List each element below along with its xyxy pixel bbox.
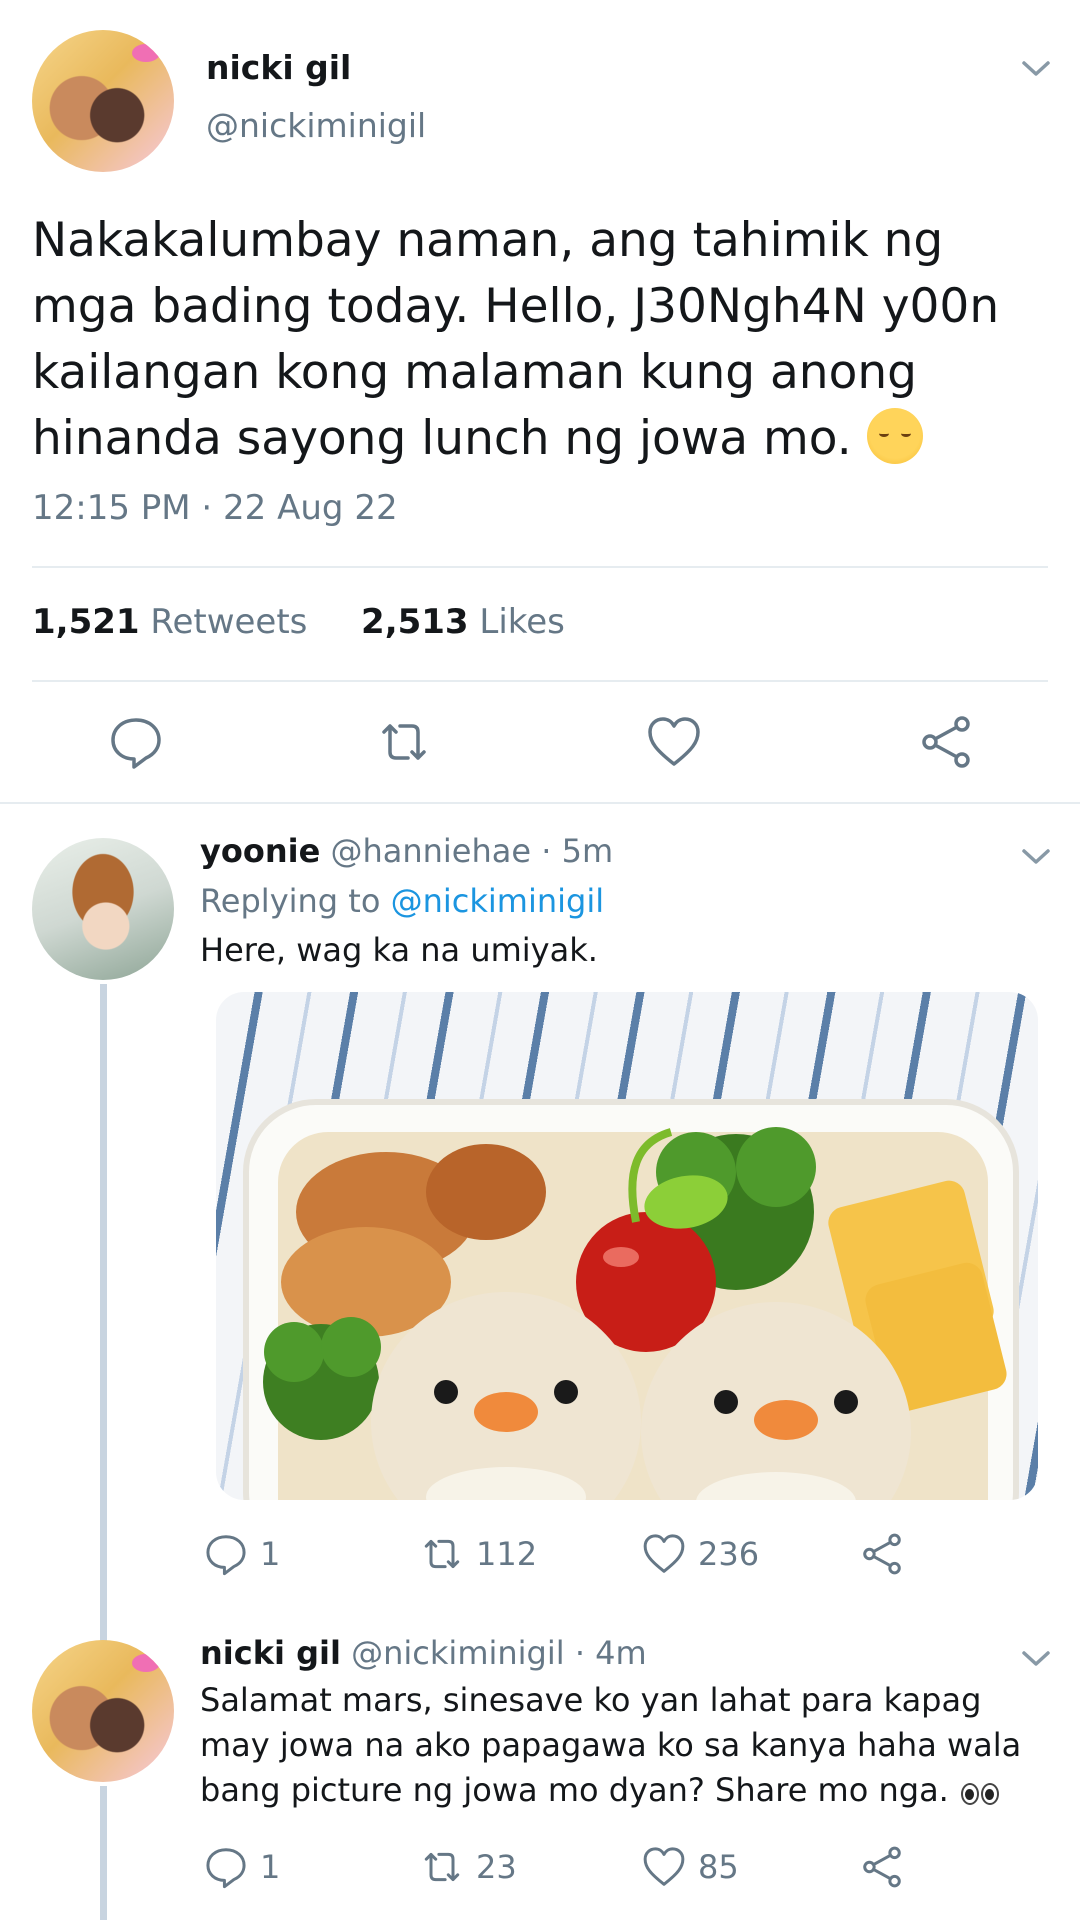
tweet-body: Nakakalumbay naman, ang tahimik ng mga b… <box>32 213 1000 466</box>
avatar[interactable] <box>32 30 174 172</box>
thread-line <box>100 1786 107 1920</box>
share-action[interactable] <box>860 1530 904 1578</box>
replying-to-handle[interactable]: @nickiminigil <box>391 882 605 920</box>
like-icon <box>643 1847 685 1886</box>
retweet-icon <box>424 1852 460 1882</box>
reply-icon <box>206 1848 246 1889</box>
divider <box>32 680 1048 682</box>
share-icon <box>863 1533 901 1575</box>
chevron-down-icon[interactable] <box>1018 838 1054 874</box>
reply-handle-time[interactable]: @hanniehae · 5m <box>330 832 613 870</box>
tweet-timestamp: 12:15 PM · 22 Aug 22 <box>32 488 398 528</box>
retweet-action[interactable]: 23 <box>420 1843 517 1891</box>
like-action[interactable]: 85 <box>642 1843 739 1891</box>
author-handle[interactable]: @nickiminigil <box>206 106 426 145</box>
reply-text: Here, wag ka na umiyak. <box>200 931 598 969</box>
chevron-down-icon[interactable] <box>1018 1640 1054 1676</box>
avatar[interactable] <box>32 1640 174 1782</box>
reply-text: Salamat mars, sinesave ko yan lahat para… <box>200 1678 1050 1813</box>
reply-count: 1 <box>260 1848 281 1886</box>
retweet-action[interactable]: 112 <box>420 1530 537 1578</box>
author-name[interactable]: nicki gil <box>206 48 351 87</box>
reply-header: nicki gil @nickiminigil · 4m <box>200 1634 647 1672</box>
retweets-count: 1,521 <box>32 602 140 642</box>
like-icon[interactable] <box>646 714 702 770</box>
replying-to-label: Replying to <box>200 882 381 920</box>
share-icon <box>863 1846 901 1888</box>
eyes-emoji <box>959 1781 1001 1805</box>
bento-illustration <box>243 1099 1019 1500</box>
retweets-stat[interactable]: 1,521 Retweets <box>32 602 307 642</box>
like-icon <box>643 1534 685 1573</box>
replying-to: Replying to @nickiminigil <box>200 882 604 920</box>
share-icon[interactable] <box>918 714 974 770</box>
attached-image[interactable] <box>216 992 1038 1500</box>
retweet-icon <box>424 1539 460 1569</box>
retweet-icon[interactable] <box>376 714 432 770</box>
likes-label: Likes <box>479 602 565 642</box>
reply-handle-time[interactable]: @nickiminigil · 4m <box>351 1634 647 1672</box>
retweet-count: 23 <box>476 1848 517 1886</box>
pensive-face-emoji <box>866 408 923 464</box>
divider <box>32 566 1048 568</box>
tweet-text: Nakakalumbay naman, ang tahimik ng mga b… <box>32 208 1042 472</box>
like-count: 236 <box>698 1535 760 1573</box>
reply-author-name[interactable]: yoonie <box>200 832 320 870</box>
section-divider <box>0 802 1080 804</box>
reply-action[interactable]: 1 <box>204 1530 280 1578</box>
like-action[interactable]: 236 <box>642 1530 759 1578</box>
share-action[interactable] <box>860 1843 904 1891</box>
reply-body-text: Salamat mars, sinesave ko yan lahat para… <box>200 1681 1022 1809</box>
like-count: 85 <box>698 1848 739 1886</box>
retweet-count: 112 <box>476 1535 538 1573</box>
tweet-stats: 1,521 Retweets 2,513 Likes <box>32 602 565 642</box>
chevron-down-icon[interactable] <box>1018 50 1054 86</box>
reply-count: 1 <box>260 1535 281 1573</box>
reply-author-name[interactable]: nicki gil <box>200 1634 341 1672</box>
reply-icon[interactable] <box>108 714 164 770</box>
likes-count: 2,513 <box>361 602 469 642</box>
thread-line <box>100 984 107 1636</box>
reply-action[interactable]: 1 <box>204 1843 280 1891</box>
likes-stat[interactable]: 2,513 Likes <box>361 602 565 642</box>
retweets-label: Retweets <box>150 602 308 642</box>
avatar[interactable] <box>32 838 174 980</box>
reply-icon <box>206 1535 246 1576</box>
reply-header: yoonie @hanniehae · 5m <box>200 832 613 870</box>
